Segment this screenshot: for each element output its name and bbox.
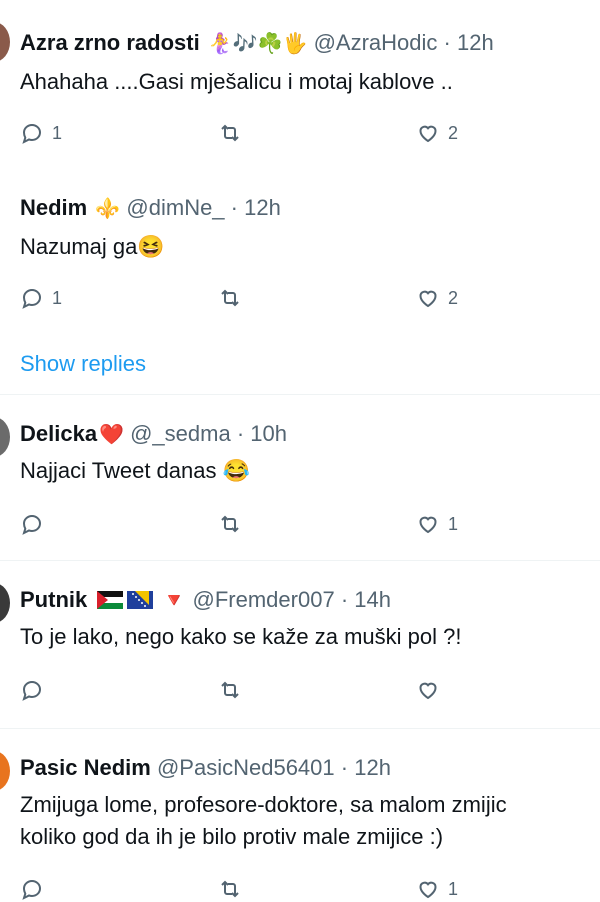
- tweet-header: Nedim ⚜️ @dimNe_ · 12h: [20, 195, 281, 222]
- tweet-header: Delicka ❤️ @_sedma · 10h: [20, 421, 287, 448]
- tweet-header: Azra zrno radosti 🧜‍♀️🎶☘️🖐 @AzraHodic · …: [20, 30, 494, 57]
- timestamp[interactable]: 12h: [244, 195, 281, 220]
- retweet-button[interactable]: [218, 120, 250, 146]
- separator: ·: [443, 30, 451, 55]
- like-button[interactable]: [416, 677, 448, 703]
- reply-button[interactable]: 1: [20, 120, 62, 146]
- heart-icon: [419, 290, 437, 308]
- timestamp[interactable]: 12h: [457, 30, 494, 55]
- separator: ·: [230, 195, 238, 220]
- tweet-text: Zmijuga lome, profesore-doktore, sa malo…: [20, 789, 507, 853]
- reply-count: 1: [52, 122, 63, 143]
- display-name[interactable]: Delicka: [20, 421, 97, 446]
- tweet[interactable]: Putnik 🔻 @Fremder007 · 14h To je lako, n…: [0, 561, 600, 728]
- avatar[interactable]: [0, 417, 10, 457]
- timestamp[interactable]: 12h: [354, 755, 391, 780]
- like-count: 1: [448, 513, 459, 534]
- like-button[interactable]: 1: [416, 876, 458, 902]
- retweet-icon: [221, 124, 239, 142]
- display-name[interactable]: Putnik: [20, 587, 87, 612]
- retweet-button[interactable]: [218, 677, 250, 703]
- name-emojis: 🔻: [161, 590, 187, 612]
- tweet-text-line: Zmijuga lome, profesore-doktore, sa malo…: [20, 792, 507, 817]
- reply-button[interactable]: [20, 876, 52, 902]
- reply-count: 1: [52, 287, 63, 308]
- name-emojis: ❤️: [99, 424, 124, 446]
- reply-icon: [22, 879, 42, 900]
- tweet-text-line: Nazumaj ga😆: [20, 234, 165, 259]
- retweet-icon: [221, 289, 239, 307]
- handle[interactable]: @dimNe_: [126, 195, 224, 220]
- tweet[interactable]: Nedim ⚜️ @dimNe_ · 12h Nazumaj ga😆 1 2 S…: [0, 175, 600, 395]
- name-emojis: 🧜‍♀️🎶☘️🖐: [207, 33, 308, 55]
- display-name[interactable]: Azra zrno radosti: [20, 30, 200, 55]
- tweet-text-line: koliko god da ih je bilo protiv male zmi…: [20, 824, 444, 849]
- tweet-text: To je lako, nego kako se kaže za muški p…: [20, 621, 461, 653]
- retweet-icon: [221, 515, 239, 533]
- reply-icon: [22, 123, 42, 144]
- retweet-icon: [221, 880, 239, 898]
- like-button[interactable]: 2: [416, 120, 458, 146]
- tweet-text-line: Najjaci Tweet danas 😂: [20, 458, 250, 483]
- bosnia-flag-icon: [127, 591, 154, 609]
- handle[interactable]: @PasicNed56401: [157, 755, 335, 780]
- heart-icon: [419, 881, 437, 899]
- tweet-text: Ahahaha ....Gasi mješalicu i motaj kablo…: [20, 66, 453, 98]
- like-button[interactable]: 1: [416, 511, 458, 537]
- separator: ·: [340, 587, 349, 612]
- reply-button[interactable]: [20, 677, 52, 703]
- like-count: 2: [448, 287, 459, 308]
- reply-button[interactable]: [20, 511, 52, 537]
- avatar[interactable]: [0, 751, 10, 791]
- avatar[interactable]: [0, 22, 10, 62]
- heart-icon: [419, 516, 437, 534]
- heart-icon: [419, 125, 437, 143]
- tweet[interactable]: Pasic Nedim @PasicNed56401 · 12h Zmijuga…: [0, 729, 600, 900]
- reply-icon: [22, 288, 42, 309]
- tweet-header: Putnik 🔻 @Fremder007 · 14h: [20, 587, 391, 614]
- separator: ·: [340, 755, 349, 780]
- avatar[interactable]: [0, 583, 10, 623]
- name-emojis: ⚜️: [95, 198, 121, 220]
- tweet-text-line: Ahahaha ....Gasi mješalicu i motaj kablo…: [20, 69, 453, 94]
- separator: ·: [236, 421, 245, 446]
- reply-icon: [22, 514, 42, 535]
- like-button[interactable]: 2: [416, 285, 458, 311]
- retweet-button[interactable]: [218, 285, 250, 311]
- retweet-icon: [221, 681, 239, 699]
- display-name[interactable]: Nedim: [20, 195, 87, 220]
- tweet-header: Pasic Nedim @PasicNed56401 · 12h: [20, 755, 391, 781]
- handle[interactable]: @_sedma: [130, 421, 231, 446]
- reply-icon: [22, 680, 42, 701]
- show-replies-link[interactable]: Show replies: [20, 351, 146, 377]
- handle[interactable]: @AzraHodic: [314, 30, 438, 55]
- palestine-flag-icon: [97, 591, 124, 609]
- tweet[interactable]: Azra zrno radosti 🧜‍♀️🎶☘️🖐 @AzraHodic · …: [0, 0, 600, 175]
- like-count: 1: [448, 878, 459, 899]
- display-name[interactable]: Pasic Nedim: [20, 755, 151, 780]
- tweet-text: Nazumaj ga😆: [20, 231, 165, 263]
- handle[interactable]: @Fremder007: [193, 587, 335, 612]
- retweet-button[interactable]: [218, 511, 250, 537]
- tweet-text-line: To je lako, nego kako se kaže za muški p…: [20, 624, 462, 649]
- reply-button[interactable]: 1: [20, 285, 62, 311]
- timestamp[interactable]: 14h: [354, 587, 391, 612]
- retweet-button[interactable]: [218, 876, 250, 902]
- tweet[interactable]: Delicka ❤️ @_sedma · 10h Najjaci Tweet da…: [0, 395, 600, 560]
- like-count: 2: [448, 122, 459, 143]
- tweet-text: Najjaci Tweet danas 😂: [20, 455, 250, 487]
- timestamp[interactable]: 10h: [250, 421, 287, 446]
- heart-icon: [419, 682, 437, 700]
